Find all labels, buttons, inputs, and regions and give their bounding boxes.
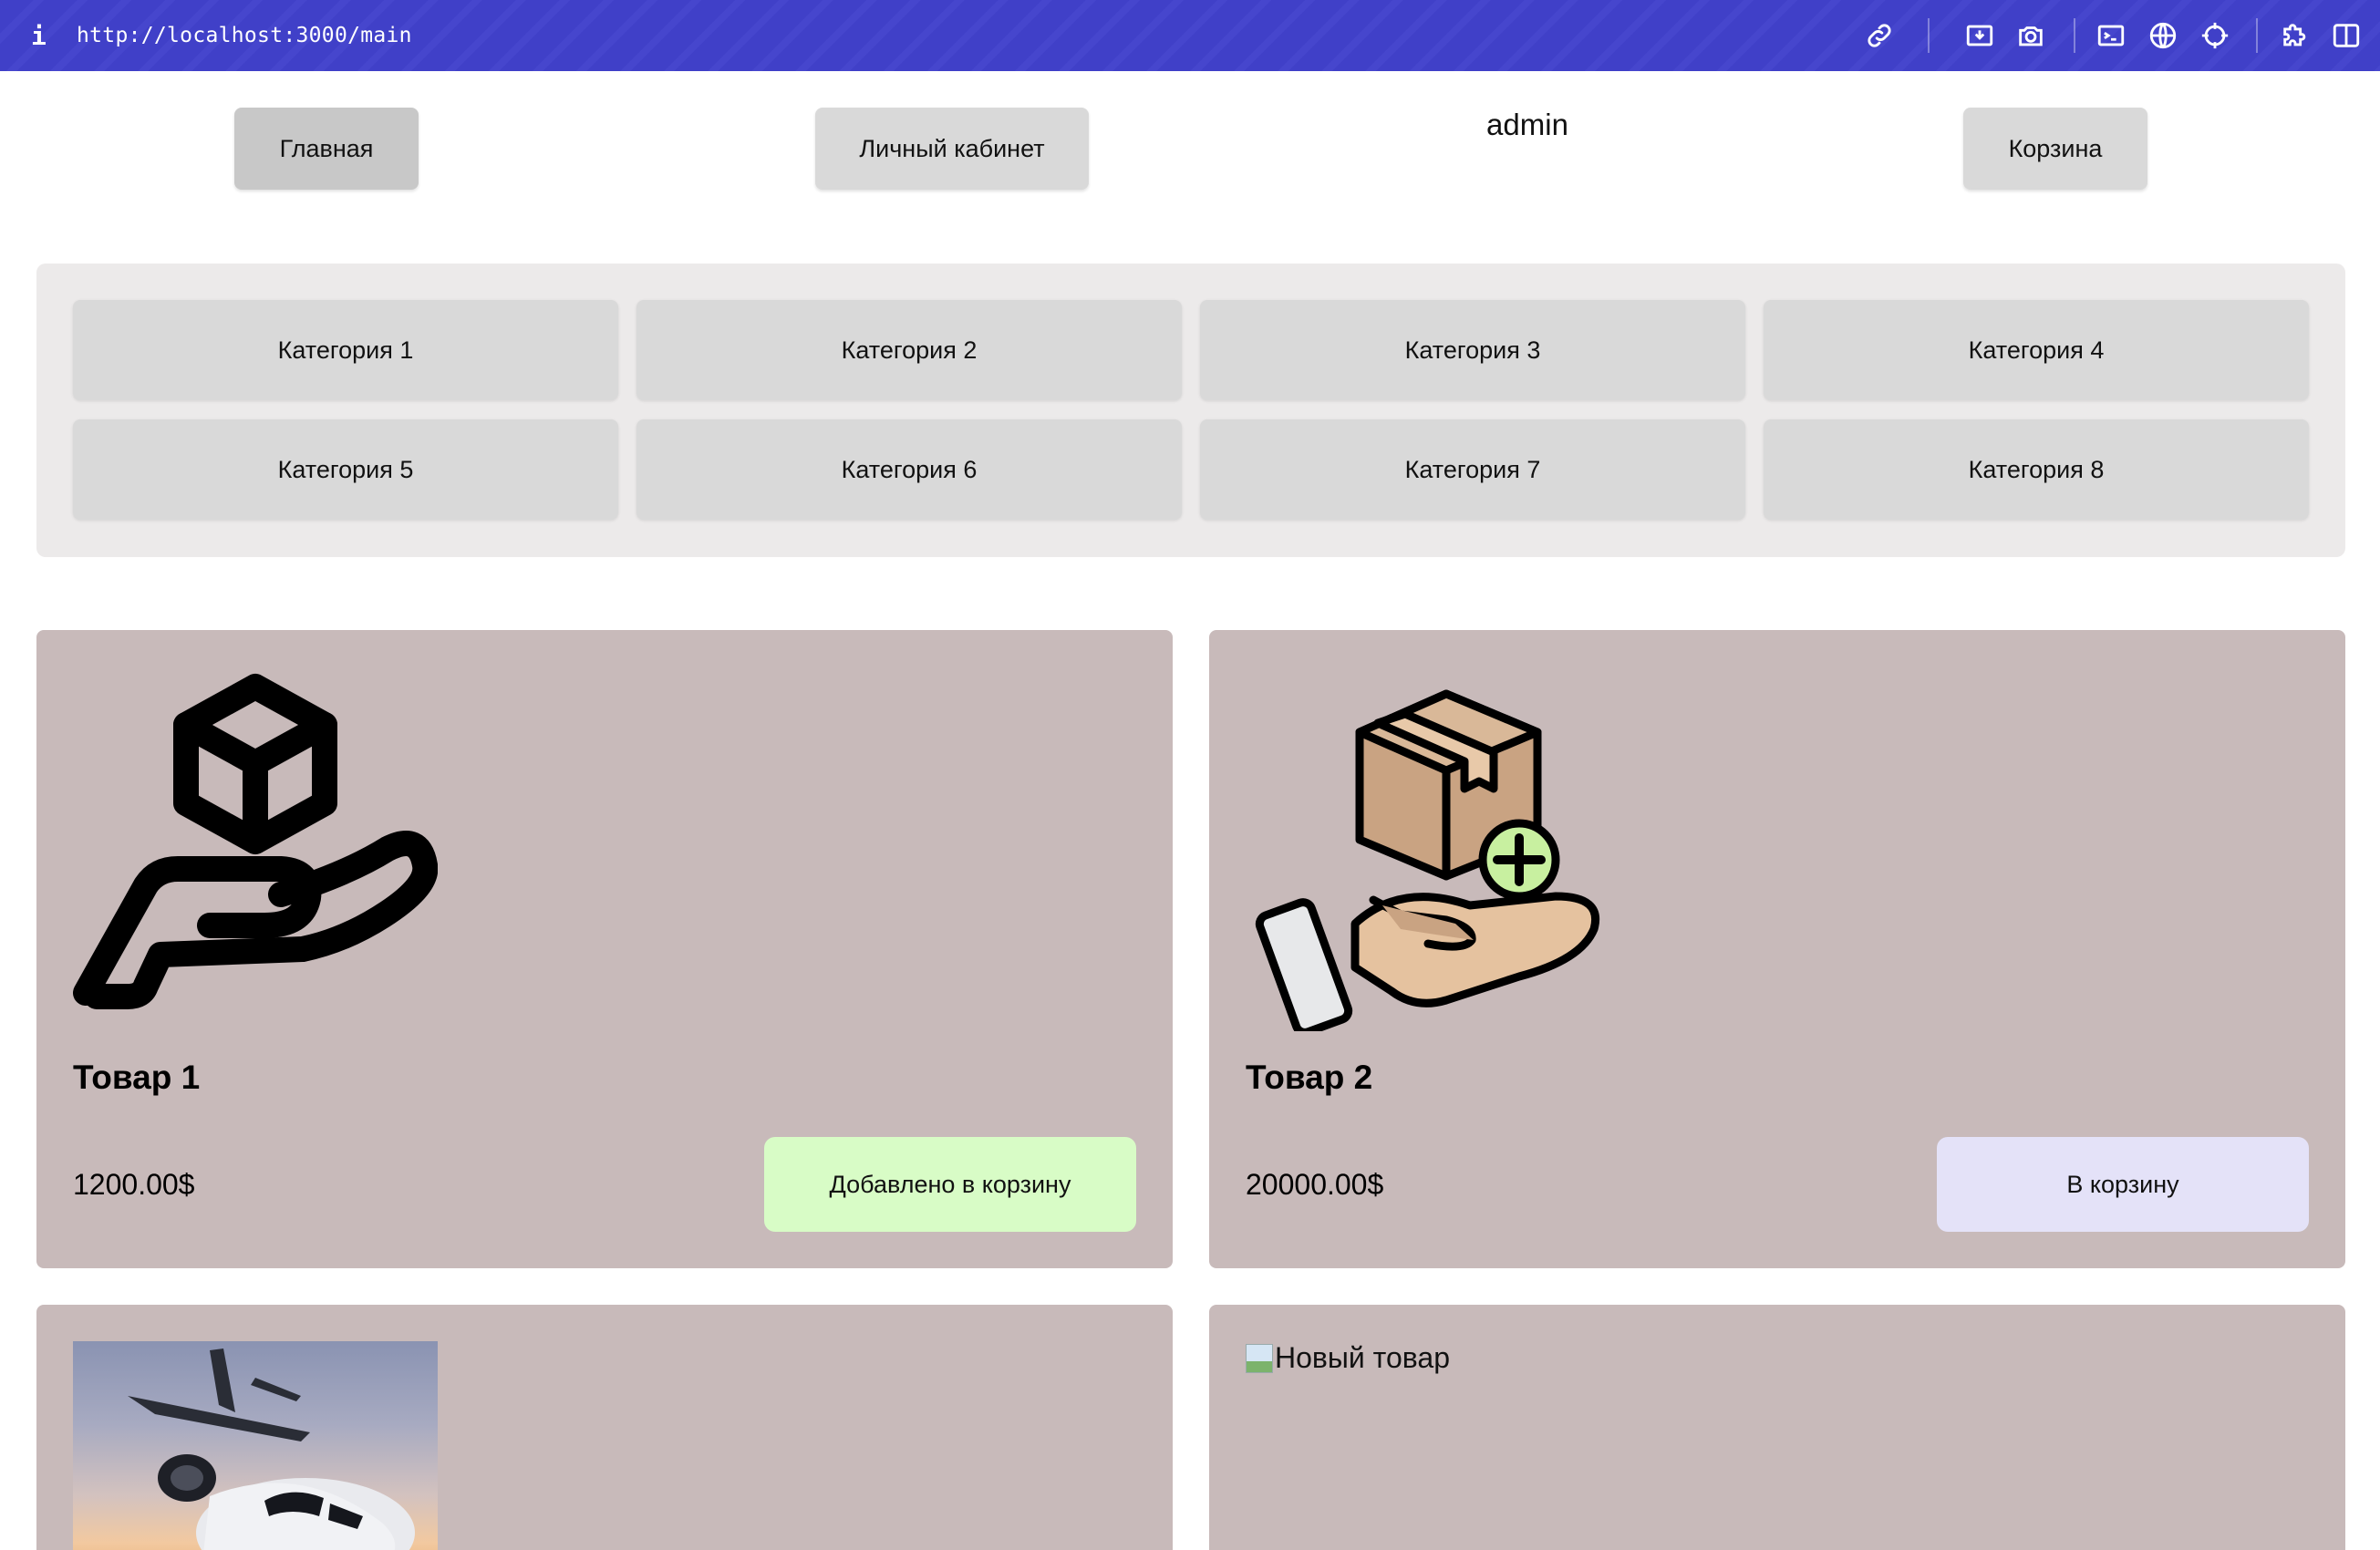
product-price: 20000.00$ [1246, 1168, 1384, 1201]
image-alt-text: Новый товар [1275, 1341, 1450, 1374]
home-button[interactable]: Главная [234, 108, 419, 190]
box-on-hand-add-icon [1246, 666, 1610, 1037]
page-content: Главная Личный кабинет admin Корзина Кат… [0, 71, 2380, 1550]
product-card: Новый товар [1209, 1305, 2345, 1550]
globe-icon[interactable] [2147, 20, 2178, 51]
product-title: Товар 1 [73, 1059, 201, 1096]
category-button[interactable]: Категория 5 [73, 419, 618, 520]
added-to-cart-button[interactable]: Добавлено в корзину [764, 1137, 1136, 1232]
category-button[interactable]: Категория 4 [1764, 300, 2309, 400]
category-button[interactable]: Категория 1 [73, 300, 618, 400]
account-button[interactable]: Личный кабинет [815, 108, 1089, 190]
product-card: Товар 2 20000.00$ В корзину [1209, 630, 2345, 1268]
category-button[interactable]: Категория 8 [1764, 419, 2309, 520]
product-card [36, 1305, 1173, 1550]
camera-icon[interactable] [2015, 20, 2046, 51]
box-on-hand-outline-icon [73, 666, 439, 1031]
link-icon[interactable] [1864, 20, 1895, 51]
screenshot-icon[interactable] [1964, 20, 1995, 51]
browser-address-bar: i http://localhost:3000/main [0, 0, 2380, 71]
category-button[interactable]: Категория 6 [636, 419, 1182, 520]
sidebar-icon[interactable] [2331, 20, 2362, 51]
category-button[interactable]: Категория 7 [1200, 419, 1745, 520]
category-panel: Категория 1 Категория 2 Категория 3 Кате… [36, 264, 2345, 557]
crosshair-icon[interactable] [2199, 20, 2230, 51]
airplane-photo [73, 1341, 438, 1550]
product-title: Товар 2 [1246, 1059, 1373, 1096]
cart-button[interactable]: Корзина [1963, 108, 2147, 190]
broken-image-icon [1246, 1343, 1273, 1373]
username-label: admin [1486, 108, 1568, 141]
terminal-icon[interactable] [2095, 20, 2126, 51]
add-to-cart-button[interactable]: В корзину [1937, 1137, 2309, 1232]
broken-image: Новый товар [1246, 1341, 1450, 1375]
product-price: 1200.00$ [73, 1168, 195, 1201]
category-button[interactable]: Категория 3 [1200, 300, 1745, 400]
product-card: Товар 1 1200.00$ Добавлено в корзину [36, 630, 1173, 1268]
category-button[interactable]: Категория 2 [636, 300, 1182, 400]
extension-icon[interactable] [2280, 20, 2311, 51]
